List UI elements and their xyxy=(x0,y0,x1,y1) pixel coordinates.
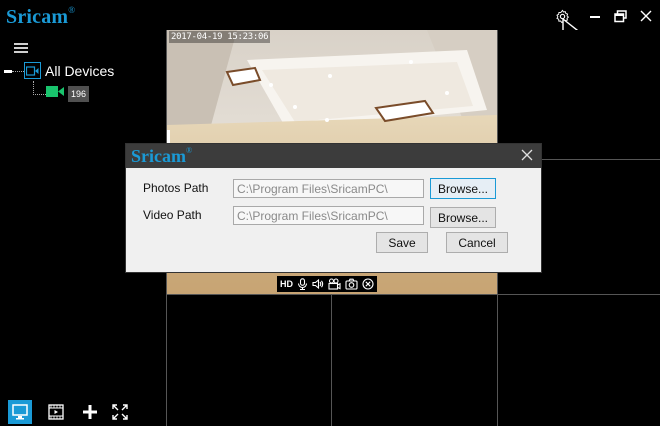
playback-icon[interactable] xyxy=(44,400,68,424)
hd-toggle[interactable]: HD xyxy=(280,279,293,289)
save-button[interactable]: Save xyxy=(376,232,428,253)
dialog-header: Sricam® xyxy=(126,144,541,168)
close-stream-icon[interactable] xyxy=(362,278,374,290)
fullscreen-icon[interactable] xyxy=(108,400,132,424)
dialog-logo: Sricam® xyxy=(131,146,193,166)
tree-connector xyxy=(12,71,24,72)
close-icon[interactable] xyxy=(636,6,656,26)
dialog-close-icon[interactable] xyxy=(519,147,535,163)
photos-path-row: Photos Path C:\Program Files\SricamPC\ B… xyxy=(126,178,541,200)
video-cell-5[interactable] xyxy=(331,294,498,426)
app-logo: Sricam® xyxy=(6,5,76,28)
video-cell-4[interactable] xyxy=(166,294,332,426)
video-timestamp: 2017-04-19 15:23:06 xyxy=(169,31,271,43)
camera-group-icon xyxy=(24,62,41,79)
tree-node-all-devices[interactable]: All Devices xyxy=(24,62,114,79)
camera-label: 196 xyxy=(68,86,90,102)
photos-path-label: Photos Path xyxy=(143,181,209,195)
add-icon[interactable] xyxy=(78,400,102,424)
speaker-icon[interactable] xyxy=(312,278,324,290)
video-path-row: Video Path C:\Program Files\SricamPC\ Br… xyxy=(126,205,541,228)
minimize-icon[interactable] xyxy=(585,6,605,26)
record-icon[interactable] xyxy=(328,278,341,290)
monitor-icon[interactable] xyxy=(8,400,32,424)
restore-icon[interactable] xyxy=(610,6,630,26)
tree-connector xyxy=(33,94,46,95)
tree-root-label: All Devices xyxy=(45,62,115,79)
video-toolbar: HD xyxy=(277,276,377,292)
tree-node-camera[interactable]: 196 xyxy=(46,85,90,103)
tree-collapse-toggle[interactable] xyxy=(4,70,12,73)
title-bar: Sricam® xyxy=(0,0,660,42)
video-path-field[interactable]: C:\Program Files\SricamPC\ xyxy=(233,206,424,225)
menu-icon[interactable] xyxy=(14,43,28,53)
path-settings-dialog: Sricam® Photos Path C:\Program Files\Sri… xyxy=(125,143,542,273)
photos-path-field[interactable]: C:\Program Files\SricamPC\ xyxy=(233,179,424,198)
microphone-icon[interactable] xyxy=(297,278,308,290)
photos-browse-button[interactable]: Browse... xyxy=(430,178,496,199)
video-path-label: Video Path xyxy=(143,208,202,222)
video-cell-6[interactable] xyxy=(497,294,660,426)
snapshot-icon[interactable] xyxy=(345,278,358,290)
tree-connector xyxy=(33,81,34,95)
video-cell-2[interactable] xyxy=(497,30,660,160)
cancel-button[interactable]: Cancel xyxy=(446,232,508,253)
camera-icon xyxy=(46,85,64,103)
sidebar-toolbar xyxy=(0,398,166,426)
video-browse-button[interactable]: Browse... xyxy=(430,207,496,228)
